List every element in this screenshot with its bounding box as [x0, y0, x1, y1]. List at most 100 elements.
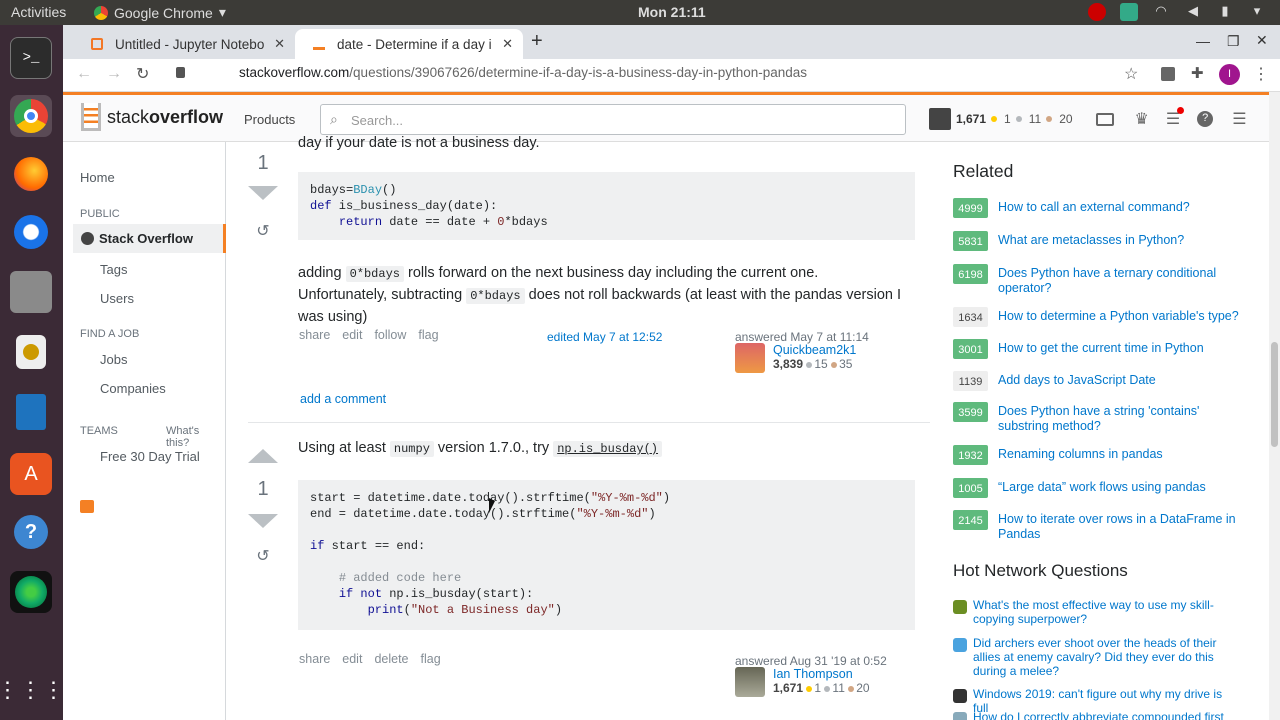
- products-menu[interactable]: Products: [244, 112, 295, 127]
- share-link[interactable]: share: [299, 328, 330, 342]
- star-icon[interactable]: ☆: [1124, 64, 1138, 84]
- related-link[interactable]: How to call an external command?: [998, 200, 1243, 215]
- rhythmbox-icon[interactable]: [10, 331, 52, 373]
- app-grid-icon[interactable]: ⋮⋮⋮: [0, 669, 65, 711]
- record-icon[interactable]: [1088, 3, 1106, 21]
- nav-home[interactable]: Home: [80, 170, 115, 185]
- battery-icon[interactable]: ▮: [1216, 3, 1234, 21]
- edit-link[interactable]: edit: [342, 652, 362, 666]
- user-avatar[interactable]: [735, 343, 765, 373]
- related-link[interactable]: What are metaclasses in Python?: [998, 233, 1243, 248]
- nav-jobs[interactable]: Jobs: [100, 352, 127, 367]
- related-link[interactable]: Add days to JavaScript Date: [998, 373, 1243, 388]
- add-comment-link[interactable]: add a comment: [300, 392, 386, 406]
- related-link[interactable]: How to iterate over rows in a DataFrame …: [998, 512, 1243, 542]
- maximize-icon[interactable]: ❐: [1227, 33, 1240, 50]
- scrollbar-thumb[interactable]: [1271, 342, 1278, 447]
- forward-icon[interactable]: →: [106, 65, 122, 83]
- terminal-icon[interactable]: >_: [10, 37, 52, 79]
- user-bar[interactable]: 1,671 1 11 20 ♛ ☰ ? ☰: [929, 107, 1247, 130]
- nav-tags[interactable]: Tags: [100, 262, 127, 277]
- chevron-down-icon[interactable]: ▾: [1248, 3, 1266, 21]
- help-icon[interactable]: ?: [10, 511, 52, 553]
- gold-badge-icon: [991, 116, 998, 122]
- files-icon[interactable]: [10, 271, 52, 313]
- chrome-icon[interactable]: [10, 95, 52, 137]
- profile-avatar[interactable]: I: [1219, 64, 1240, 85]
- silver-count: 11: [1028, 112, 1042, 126]
- system-tray[interactable]: ◠ ◀ ▮ ▾: [1088, 3, 1266, 21]
- whats-this-link[interactable]: What's this?: [166, 425, 225, 449]
- nav-stackoverflow[interactable]: Stack Overflow: [73, 224, 226, 253]
- related-link[interactable]: How to get the current time in Python: [998, 341, 1243, 356]
- clock[interactable]: Mon 21:11: [638, 4, 706, 20]
- help-icon[interactable]: ?: [1197, 111, 1214, 127]
- puzzle-icon[interactable]: ✚: [1191, 64, 1204, 82]
- related-link[interactable]: “Large data” work flows using pandas: [998, 480, 1243, 495]
- tab-stackoverflow[interactable]: date - Determine if a day i ✕: [295, 29, 523, 59]
- minimize-icon[interactable]: —: [1196, 33, 1210, 49]
- user-name[interactable]: Ian Thompson: [773, 667, 853, 681]
- nav-label: Stack Overflow: [99, 231, 193, 246]
- related-link[interactable]: Does Python have a string 'contains' sub…: [998, 404, 1243, 434]
- user-name[interactable]: Quickbeam2k1: [773, 343, 856, 357]
- hnq-link[interactable]: Did archers ever shoot over the heads of…: [973, 636, 1228, 678]
- flag-link[interactable]: flag: [418, 328, 438, 342]
- inline-code-link[interactable]: np.is_busday(): [553, 441, 663, 457]
- tab-strip: Untitled - Jupyter Notebo ✕ date - Deter…: [63, 25, 1280, 59]
- edit-link[interactable]: edit: [342, 328, 362, 342]
- so-logo[interactable]: stack overflow: [81, 103, 223, 131]
- history-icon[interactable]: ↺: [246, 221, 280, 241]
- close-window-icon[interactable]: ✕: [1256, 32, 1268, 49]
- code-block: start = datetime.date.today().strftime("…: [298, 480, 915, 630]
- upvote-button[interactable]: [246, 449, 280, 463]
- reload-icon[interactable]: ↻: [136, 64, 149, 84]
- wifi-icon[interactable]: ◠: [1152, 3, 1170, 21]
- globe-icon[interactable]: [10, 571, 52, 613]
- activities-button[interactable]: Activities: [11, 4, 66, 20]
- thunderbird-icon[interactable]: [10, 211, 52, 253]
- hnq-link[interactable]: How do I correctly abbreviate compounded…: [973, 710, 1228, 720]
- hnq-link[interactable]: What's the most effective way to use my …: [973, 598, 1228, 626]
- related-link[interactable]: How to determine a Python variable's typ…: [998, 309, 1243, 324]
- nav-companies[interactable]: Companies: [100, 381, 166, 396]
- menu-icon[interactable]: ⋮: [1253, 64, 1269, 84]
- close-icon[interactable]: ✕: [502, 36, 513, 52]
- inbox-icon[interactable]: [1095, 112, 1114, 126]
- search-input[interactable]: ⌕ Search...: [320, 104, 906, 135]
- related-link[interactable]: Does Python have a ternary conditional o…: [998, 266, 1243, 296]
- user-avatar[interactable]: [735, 667, 765, 697]
- related-link[interactable]: Renaming columns in pandas: [998, 447, 1243, 462]
- extension-icon[interactable]: [1161, 67, 1175, 81]
- nav-users[interactable]: Users: [100, 291, 134, 306]
- software-icon[interactable]: A: [10, 453, 52, 495]
- flag-link[interactable]: flag: [421, 652, 441, 666]
- address-bar[interactable]: stackoverflow.com/questions/39067626/det…: [239, 65, 807, 80]
- site-icon: [953, 712, 967, 720]
- review-icon[interactable]: ☰: [1166, 107, 1185, 129]
- stackoverflow-icon: [313, 38, 325, 50]
- trophy-icon[interactable]: ♛: [1135, 109, 1149, 129]
- share-link[interactable]: share: [299, 652, 330, 666]
- app-menu[interactable]: Google Chrome ▾: [94, 4, 226, 21]
- shield-icon[interactable]: [1120, 3, 1138, 21]
- user-avatar[interactable]: [929, 108, 951, 130]
- tab-jupyter[interactable]: Untitled - Jupyter Notebo ✕: [73, 29, 295, 59]
- downvote-button[interactable]: [246, 514, 280, 528]
- free-trial-link[interactable]: Free 30 Day Trial: [100, 449, 200, 464]
- back-icon[interactable]: ←: [76, 65, 92, 83]
- firefox-icon[interactable]: [10, 153, 52, 195]
- writer-icon[interactable]: [10, 391, 52, 433]
- volume-icon[interactable]: ◀: [1184, 3, 1202, 21]
- history-icon[interactable]: ↺: [246, 546, 280, 566]
- edited-link[interactable]: edited May 7 at 12:52: [547, 330, 662, 344]
- lock-icon[interactable]: [176, 67, 185, 78]
- close-icon[interactable]: ✕: [274, 36, 285, 52]
- site-switcher-icon[interactable]: ☰: [1232, 109, 1246, 129]
- downvote-button[interactable]: [246, 186, 280, 200]
- new-tab-button[interactable]: +: [531, 30, 543, 53]
- follow-link[interactable]: follow: [374, 328, 406, 342]
- scrollbar[interactable]: [1269, 92, 1280, 720]
- delete-link[interactable]: delete: [374, 652, 408, 666]
- chevron-down-icon: ▾: [218, 4, 226, 20]
